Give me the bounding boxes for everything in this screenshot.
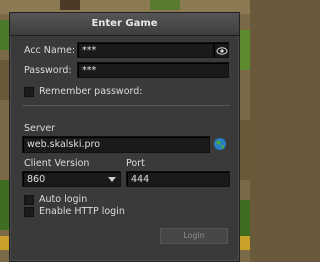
auto-login-label: Auto login xyxy=(39,194,88,205)
show-password-button[interactable] xyxy=(213,42,229,58)
remember-password-checkbox[interactable] xyxy=(24,87,34,97)
login-button[interactable]: Login xyxy=(160,228,228,244)
port-label: Port xyxy=(126,158,145,169)
password-label: Password: xyxy=(24,65,72,76)
eye-icon xyxy=(216,47,228,55)
port-value: 444 xyxy=(131,174,150,185)
dialog-title[interactable]: Enter Game xyxy=(10,13,239,36)
globe-icon[interactable] xyxy=(213,137,227,151)
acc-name-label: Acc Name: xyxy=(24,45,76,56)
port-input[interactable]: 444 xyxy=(126,171,230,187)
acc-name-input[interactable]: *** xyxy=(77,42,213,58)
acc-name-value: *** xyxy=(82,45,97,56)
client-version-select[interactable]: 860 xyxy=(22,171,121,187)
client-version-label: Client Version xyxy=(24,158,90,169)
separator xyxy=(22,105,230,106)
client-version-value: 860 xyxy=(27,174,46,185)
enable-http-login-label: Enable HTTP login xyxy=(39,206,125,217)
auto-login-checkbox[interactable] xyxy=(24,195,34,205)
server-input[interactable]: web.skalski.pro xyxy=(22,136,210,153)
chevron-down-icon xyxy=(108,177,116,182)
server-value: web.skalski.pro xyxy=(27,139,101,150)
password-value: *** xyxy=(82,65,97,76)
server-label: Server xyxy=(24,123,56,134)
remember-password-label: Remember password: xyxy=(39,86,143,97)
enter-game-dialog: Enter Game Acc Name: *** Password: *** R… xyxy=(9,12,240,262)
enable-http-login-checkbox[interactable] xyxy=(24,207,34,217)
password-input[interactable]: *** xyxy=(77,62,229,78)
